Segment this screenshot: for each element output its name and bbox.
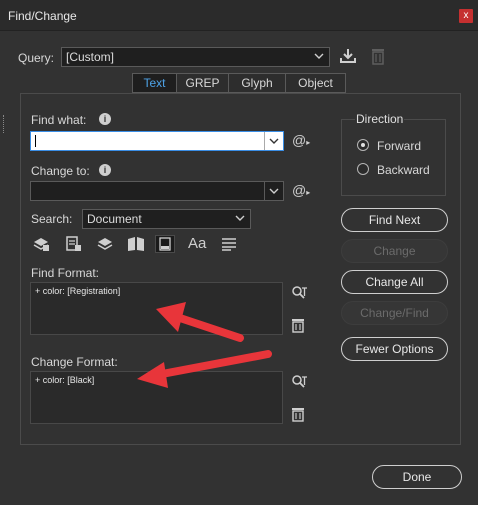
- change-button[interactable]: Change: [341, 239, 448, 263]
- direction-group: [341, 119, 446, 196]
- arrow-to-find-format: [156, 302, 244, 342]
- direction-label: Direction: [355, 112, 405, 126]
- backward-label[interactable]: Backward: [377, 163, 430, 177]
- done-button[interactable]: Done: [372, 465, 462, 489]
- radio-forward[interactable]: [357, 139, 369, 151]
- change-all-button[interactable]: Change All: [341, 270, 448, 294]
- radio-backward[interactable]: [357, 163, 369, 175]
- arrow-to-change-format: [137, 350, 272, 388]
- find-next-button[interactable]: Find Next: [341, 208, 448, 232]
- forward-label[interactable]: Forward: [377, 139, 421, 153]
- fewer-options-button[interactable]: Fewer Options: [341, 337, 448, 361]
- change-find-button[interactable]: Change/Find: [341, 301, 448, 325]
